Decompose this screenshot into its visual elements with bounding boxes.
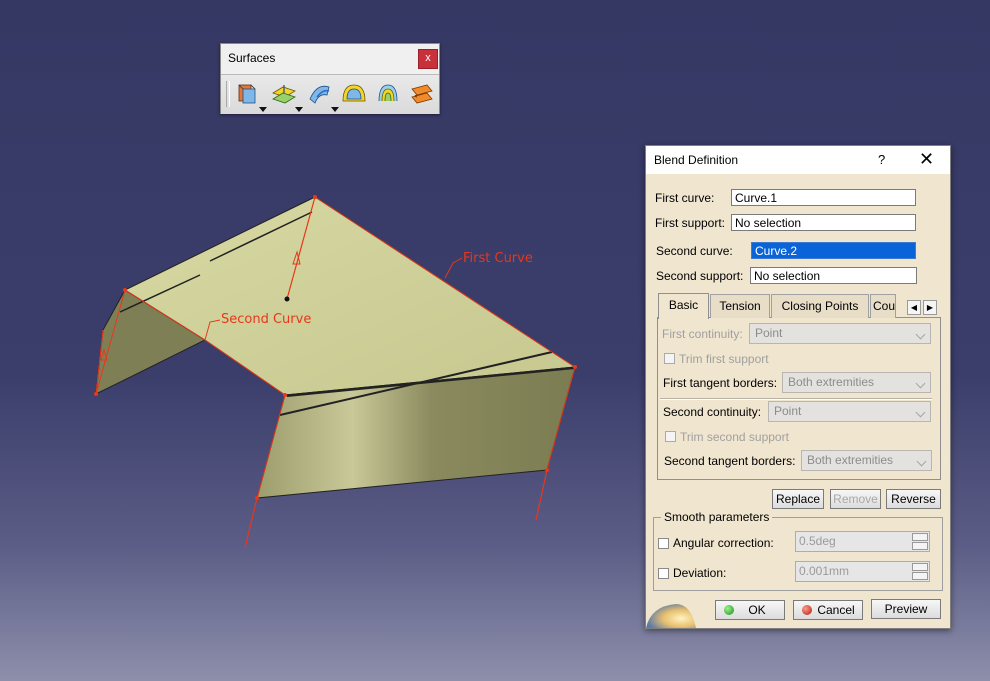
trim-second-support-checkbox: [665, 431, 676, 442]
preview-button[interactable]: Preview: [871, 599, 941, 619]
tab-basic[interactable]: Basic: [658, 293, 709, 319]
first-tangent-borders-label: First tangent borders:: [663, 376, 778, 390]
second-continuity-combo: Point: [768, 401, 931, 422]
tab-closing-points[interactable]: Closing Points: [771, 294, 869, 318]
angular-correction-spinner: 0.5deg: [795, 531, 930, 552]
surfaces-toolbar[interactable]: Surfaces x: [220, 43, 440, 114]
second-support-field[interactable]: No selection: [750, 267, 917, 284]
dialog-titlebar[interactable]: Blend Definition ? ✕: [646, 146, 950, 174]
deviation-label: Deviation:: [673, 566, 727, 580]
spinner-up-icon: [912, 563, 928, 571]
second-continuity-label: Second continuity:: [663, 405, 762, 419]
ok-button[interactable]: OK: [715, 600, 785, 620]
remove-button[interactable]: Remove: [830, 489, 881, 509]
trim-second-support-label: Trim second support: [680, 430, 789, 444]
first-support-field[interactable]: No selection: [731, 214, 916, 231]
catia-logo-icon: [646, 604, 696, 628]
cancel-button[interactable]: Cancel: [793, 600, 863, 620]
toolbar-close-button[interactable]: x: [418, 49, 438, 69]
toolbar-body: [221, 74, 439, 114]
basic-tab-panel: First continuity: Point Trim first suppo…: [657, 317, 941, 480]
blend-definition-dialog[interactable]: Blend Definition ? ✕ First curve: Curve.…: [645, 145, 951, 629]
blend-icon[interactable]: [407, 79, 437, 109]
tab-coupling[interactable]: Cou: [870, 294, 896, 318]
extrude-icon[interactable]: [233, 79, 267, 112]
smooth-parameters-title: Smooth parameters: [661, 510, 773, 524]
trim-first-support-checkbox: [664, 353, 675, 364]
toolbar-title: Surfaces: [228, 51, 276, 65]
tab-tension[interactable]: Tension: [710, 294, 770, 318]
first-curve-field[interactable]: Curve.1: [731, 189, 916, 206]
help-button[interactable]: ?: [878, 152, 885, 167]
trim-first-support-label: Trim first support: [679, 352, 769, 366]
second-tangent-borders-label: Second tangent borders:: [664, 454, 796, 468]
first-curve-label: First Curve: [463, 251, 533, 266]
second-support-label: Second support:: [656, 269, 744, 283]
reverse-button[interactable]: Reverse: [886, 489, 941, 509]
first-continuity-combo: Point: [749, 323, 931, 344]
second-curve-field[interactable]: Curve.2: [751, 242, 916, 259]
close-button[interactable]: ✕: [919, 149, 934, 170]
fill-icon[interactable]: [339, 79, 369, 109]
ok-icon: [724, 605, 734, 615]
spinner-up-icon: [912, 533, 928, 541]
dialog-title: Blend Definition: [654, 153, 739, 167]
deviation-spinner: 0.001mm: [795, 561, 930, 582]
cancel-icon: [802, 605, 812, 615]
tab-scroll-left-icon[interactable]: ◀: [907, 300, 921, 315]
angular-correction-checkbox[interactable]: [658, 538, 669, 549]
second-curve-label: Second Curve: [221, 312, 311, 327]
second-curve-label: Second curve:: [656, 244, 733, 258]
spinner-down-icon: [912, 572, 928, 580]
deviation-checkbox[interactable]: [658, 568, 669, 579]
first-continuity-label: First continuity:: [662, 327, 743, 341]
tab-scroll-right-icon[interactable]: ▶: [923, 300, 937, 315]
replace-button[interactable]: Replace: [772, 489, 824, 509]
spinner-down-icon: [912, 542, 928, 550]
multi-sections-surface-icon[interactable]: [373, 79, 403, 109]
tab-separator: [660, 398, 932, 400]
sweep-icon[interactable]: [305, 79, 339, 112]
top-face-surface: [123, 196, 577, 396]
angular-correction-label: Angular correction:: [673, 536, 774, 550]
offset-icon[interactable]: [269, 79, 303, 112]
first-tangent-borders-combo: Both extremities: [782, 372, 931, 393]
first-support-label: First support:: [655, 216, 726, 230]
toolbar-grip[interactable]: [226, 81, 230, 107]
second-tangent-borders-combo: Both extremities: [801, 450, 932, 471]
first-curve-label: First curve:: [655, 191, 715, 205]
